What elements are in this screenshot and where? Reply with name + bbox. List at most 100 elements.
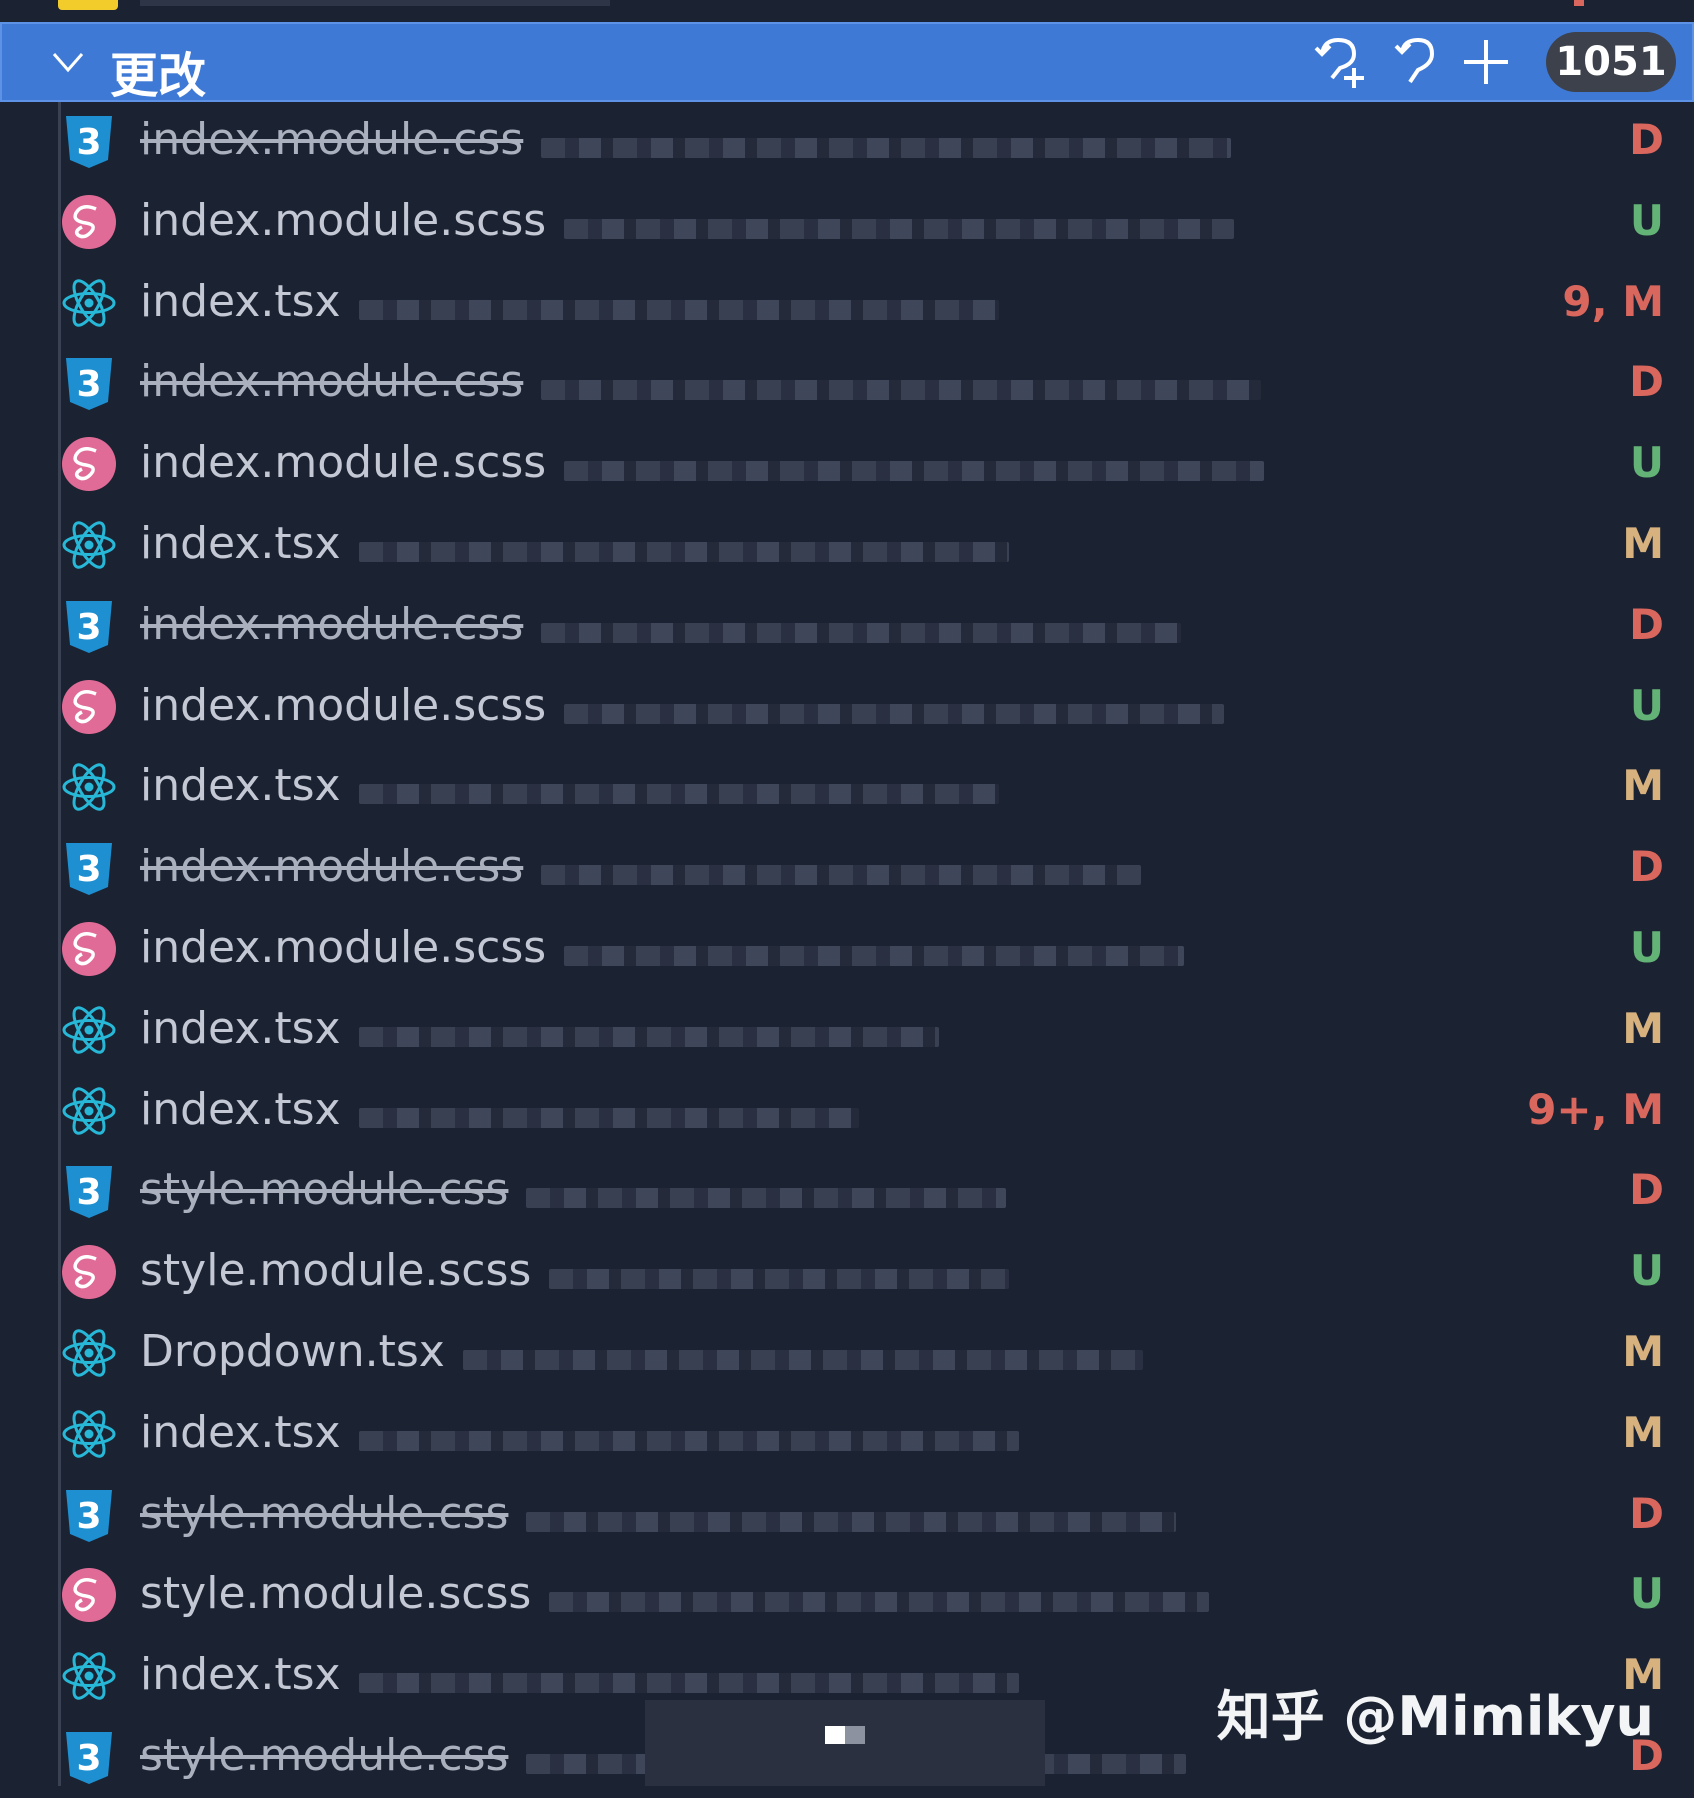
git-status-badge: 9, M [1562,276,1664,326]
file-name: index.tsx [140,275,341,327]
file-row[interactable]: index.module.scss U [0,425,1694,505]
discard-all-icon[interactable] [1310,32,1370,92]
css3-file-icon: 3 [66,358,112,411]
file-row[interactable]: index.module.scss U [0,668,1694,748]
git-status-badge: U [1629,195,1664,245]
svg-text:3: 3 [76,122,101,163]
file-row[interactable]: index.module.scss U [0,910,1694,990]
changes-count-badge: 1051 [1546,32,1676,92]
git-status-badge: 9+, M [1527,1084,1664,1134]
file-name: index.tsx [140,1406,341,1458]
react-file-icon [62,1006,116,1054]
undo-icon[interactable] [1388,32,1448,92]
sass-file-icon [62,194,116,249]
svg-text:3: 3 [76,364,101,405]
blurred-path [140,0,610,6]
file-name: index.module.css [140,356,524,408]
blurred-folder-path [358,299,999,320]
css3-file-icon: 3 [66,1732,112,1784]
blurred-folder-path [564,461,1265,482]
css3-file-icon: 3 [66,116,112,168]
file-row[interactable]: 3 index.module.css D [0,587,1694,667]
blurred-folder-path [462,1350,1143,1370]
blurred-folder-path [358,784,999,805]
svg-text:3: 3 [76,607,101,648]
css3-file-icon: 3 [66,1489,112,1542]
react-file-icon [62,1329,116,1377]
file-row[interactable]: style.module.scss U [0,1233,1694,1313]
blurred-folder-path [564,946,1185,966]
git-status-badge: U [1629,1246,1664,1296]
react-file-icon [62,278,116,327]
file-name: index.module.scss [140,922,547,973]
file-name: index.module.css [140,114,524,165]
file-row[interactable]: index.tsx M [0,506,1694,586]
blurred-folder-path [541,380,1262,401]
file-name: style.module.css [140,1164,509,1216]
git-status-badge: M [1622,1407,1664,1457]
sass-file-icon [62,1245,116,1300]
svg-text:3: 3 [76,1496,101,1537]
file-row[interactable]: index.tsx M [0,1395,1694,1475]
file-row[interactable]: style.module.scss U [0,1556,1694,1636]
sass-file-icon [62,1568,116,1623]
file-name: style.module.scss [140,1245,532,1297]
css3-file-icon: 3 [66,843,112,896]
svg-text:3: 3 [76,1172,101,1213]
file-row[interactable]: 3 style.module.css D [0,1152,1694,1232]
file-row[interactable]: index.module.scss U [0,183,1694,263]
git-status-badge: M [1622,1327,1664,1376]
file-name: index.tsx [140,1002,341,1054]
file-name: index.module.scss [140,194,547,246]
blurred-folder-path [526,1511,1177,1532]
file-name: index.module.scss [140,679,547,731]
blurred-folder-path [526,1188,1007,1209]
blurred-folder-path [358,1107,859,1128]
changed-files-list: 3 index.module.css Dindex.module.scss Uinde… [0,102,1694,1786]
file-name: style.module.css [140,1730,509,1781]
blurred-folder-path [358,1430,1019,1451]
git-status-badge: D [1629,115,1664,164]
git-status-badge: D [1629,1488,1664,1538]
file-row[interactable]: 3 style.module.css D [0,1476,1694,1556]
file-row[interactable]: 3 index.module.css D [0,344,1694,424]
file-name: index.tsx [140,1649,341,1701]
file-row[interactable]: Dropdown.tsx M [0,1314,1694,1394]
blurred-folder-path [549,1592,1210,1613]
file-row[interactable]: index.tsx M [0,748,1694,828]
file-row[interactable]: index.tsx 9, M [0,264,1694,344]
file-row[interactable]: index.tsx 9+, M [0,1072,1694,1152]
file-row[interactable]: index.tsx M [0,991,1694,1071]
git-status-badge: U [1629,438,1664,488]
watermark: 知乎 @Mimikyu [1216,1685,1654,1748]
changes-section-header[interactable]: 更改 1051 [0,22,1694,104]
git-status-badge: D [1629,842,1664,892]
svg-text:3: 3 [76,849,101,890]
react-file-icon [62,763,116,812]
section-title: 更改 [110,48,207,104]
sass-file-icon [62,437,116,492]
react-file-icon [62,1086,116,1135]
react-file-icon [62,521,116,569]
file-name: index.tsx [140,760,341,812]
blurred-folder-path [564,218,1235,239]
file-name: Dropdown.tsx [140,1326,445,1377]
blurred-folder-path [358,1673,1019,1694]
file-name: index.module.css [140,841,524,893]
git-status-badge: D [1629,357,1664,407]
status-fragment [1574,0,1584,6]
git-status-badge: U [1629,923,1664,972]
file-name: index.tsx [140,518,341,569]
file-row[interactable]: 3 index.module.css D [0,102,1694,182]
react-file-icon [62,1652,116,1700]
git-status-badge: M [1622,1003,1664,1053]
file-row[interactable]: 3 index.module.css D [0,829,1694,909]
blurred-folder-path [541,138,1232,158]
file-name: style.module.css [140,1487,509,1539]
file-name: index.module.css [140,598,524,650]
blurred-overlay [645,1700,1045,1786]
sass-file-icon [62,922,116,976]
css3-file-icon: 3 [66,600,112,653]
stage-all-icon[interactable] [1456,32,1516,92]
chevron-down-icon[interactable] [50,48,86,76]
